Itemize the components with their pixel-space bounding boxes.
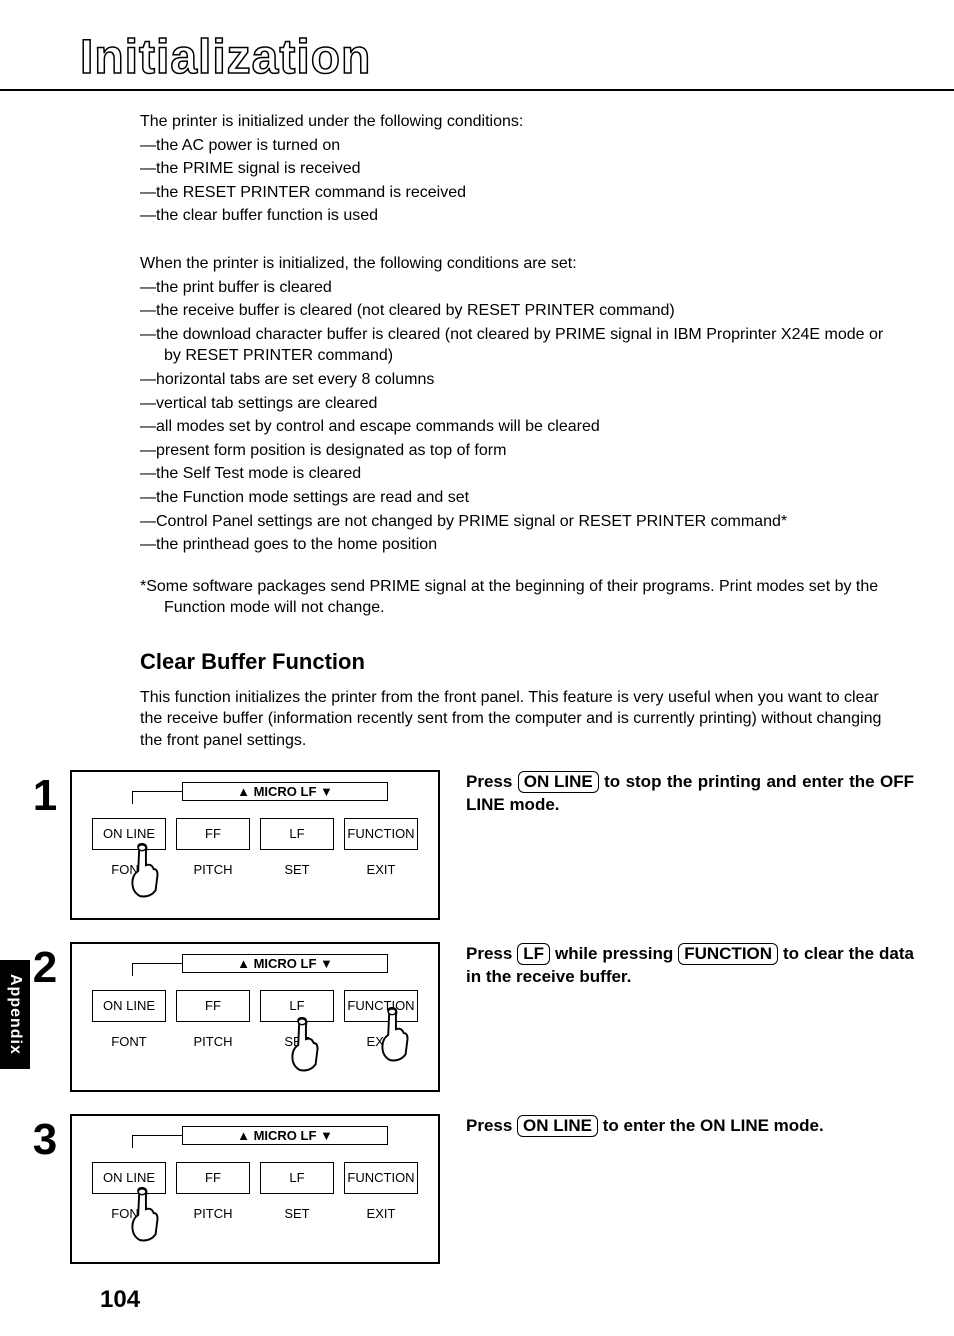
micro-lf-label: ▲ MICRO LF ▼ [182, 1126, 388, 1145]
panel-button-online: ON LINE [92, 990, 166, 1022]
panel-button-function: FUNCTION [344, 1162, 418, 1194]
step-instruction: Press LF while pressing FUNCTION to clea… [466, 942, 914, 990]
appendix-tab: Appendix [0, 960, 30, 1069]
init-item: —present form position is designated as … [140, 440, 894, 462]
panel-label-exit: EXIT [344, 862, 418, 877]
step-row: 1 ▲ MICRO LF ▼ ON LINE FF LF FUNCTION FO… [20, 770, 914, 920]
finger-press-icon [372, 1006, 416, 1064]
step-instruction: Press ON LINE to enter the ON LINE mode. [466, 1114, 914, 1138]
init-item: —Control Panel settings are not changed … [140, 511, 894, 533]
panel-label-pitch: PITCH [176, 862, 250, 877]
control-panel-diagram: ▲ MICRO LF ▼ ON LINE FF LF FUNCTION FONT… [70, 1114, 440, 1264]
panel-button-lf: LF [260, 1162, 334, 1194]
intro-item: —the RESET PRINTER command is received [140, 182, 894, 204]
panel-button-ff: FF [176, 1162, 250, 1194]
init-item: —the Self Test mode is cleared [140, 463, 894, 485]
finger-press-icon [122, 1186, 166, 1244]
init-item: —the receive buffer is cleared (not clea… [140, 300, 894, 322]
intro-item: —the clear buffer function is used [140, 205, 894, 227]
key-online: ON LINE [518, 771, 599, 793]
panel-button-ff: FF [176, 990, 250, 1022]
init-lead: When the printer is initialized, the fol… [140, 253, 894, 275]
section-body: This function initializes the printer fr… [140, 687, 894, 752]
init-item: —the printhead goes to the home position [140, 534, 894, 556]
footnote: *Some software packages send PRIME signa… [140, 576, 894, 619]
micro-lf-label: ▲ MICRO LF ▼ [182, 954, 388, 973]
init-item: —vertical tab settings are cleared [140, 393, 894, 415]
page-number: 104 [100, 1286, 914, 1314]
control-panel-diagram: ▲ MICRO LF ▼ ON LINE FF LF FUNCTION FONT… [70, 942, 440, 1092]
step-row: 3 ▲ MICRO LF ▼ ON LINE FF LF FUNCTION FO… [20, 1114, 914, 1264]
micro-lf-label: ▲ MICRO LF ▼ [182, 782, 388, 801]
panel-label-set: SET [260, 1206, 334, 1221]
step-number: 3 [20, 1118, 70, 1162]
intro-item: —the PRIME signal is received [140, 158, 894, 180]
panel-label-pitch: PITCH [176, 1206, 250, 1221]
panel-label-font: FONT [92, 1034, 166, 1049]
panel-button-ff: FF [176, 818, 250, 850]
finger-press-icon [122, 842, 166, 900]
init-item: —the print buffer is cleared [140, 277, 894, 299]
key-function: FUNCTION [678, 943, 778, 965]
init-item: —the download character buffer is cleare… [140, 324, 894, 367]
finger-press-icon [282, 1016, 326, 1074]
init-item: —the Function mode settings are read and… [140, 487, 894, 509]
page-title: Initialization [80, 30, 914, 85]
title-rule [0, 89, 954, 91]
body-column: The printer is initialized under the fol… [140, 111, 894, 752]
key-lf: LF [517, 943, 550, 965]
section-heading: Clear Buffer Function [140, 649, 894, 675]
key-online: ON LINE [517, 1115, 598, 1137]
panel-label-pitch: PITCH [176, 1034, 250, 1049]
panel-label-exit: EXIT [344, 1206, 418, 1221]
control-panel-diagram: ▲ MICRO LF ▼ ON LINE FF LF FUNCTION FONT… [70, 770, 440, 920]
intro-item: —the AC power is turned on [140, 135, 894, 157]
init-item: —horizontal tabs are set every 8 columns [140, 369, 894, 391]
panel-label-set: SET [260, 862, 334, 877]
panel-button-lf: LF [260, 818, 334, 850]
intro-lead: The printer is initialized under the fol… [140, 111, 894, 133]
step-instruction: Press ON LINE to stop the print­ing and … [466, 770, 914, 818]
init-item: —all modes set by control and escape com… [140, 416, 894, 438]
step-row: 2 ▲ MICRO LF ▼ ON LINE FF LF FUNCTION FO… [20, 942, 914, 1092]
panel-button-function: FUNCTION [344, 818, 418, 850]
step-number: 1 [20, 774, 70, 818]
